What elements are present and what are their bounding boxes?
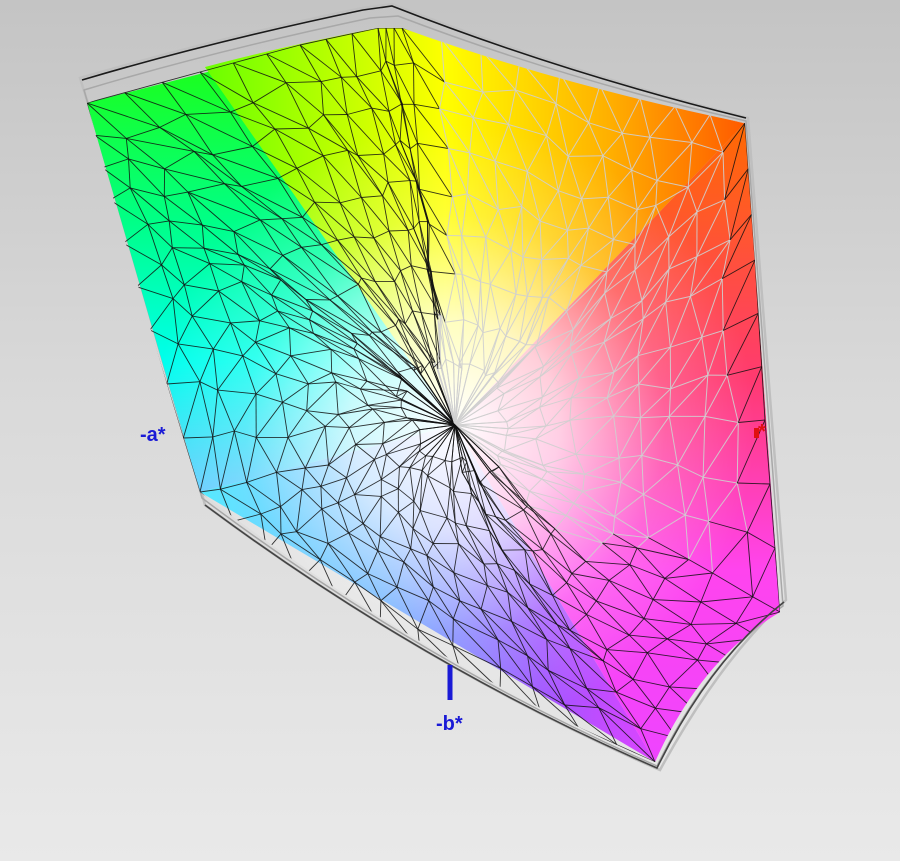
gamut-surface [87, 28, 780, 762]
mesh-edge [739, 637, 761, 665]
pos-a-axis-label: * [758, 421, 766, 443]
gamut-diagram: -a* -b* * [78, 2, 788, 772]
mesh-edge [330, 349, 333, 373]
mesh-edge [341, 76, 357, 78]
mesh-edge [452, 618, 454, 646]
mesh-edge [541, 259, 543, 298]
mesh-edge [719, 663, 741, 691]
mesh-edge [280, 506, 282, 534]
mesh-edge [314, 201, 341, 204]
mesh-edge [172, 247, 205, 249]
neg-b-axis-label: -b* [436, 713, 463, 735]
mesh-edge [568, 155, 603, 157]
neg-a-axis-label: -a* [140, 424, 166, 446]
mesh-edge [413, 62, 415, 105]
